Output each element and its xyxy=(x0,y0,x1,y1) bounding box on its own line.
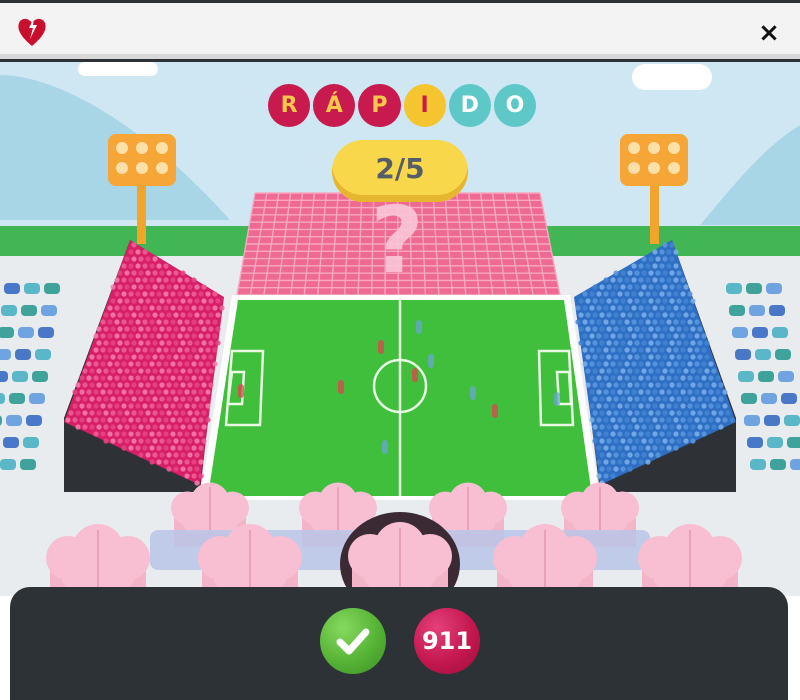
title-letter: D xyxy=(448,84,491,127)
header-top-border xyxy=(0,0,800,3)
title-letter: O xyxy=(493,84,537,127)
title-letter: I xyxy=(403,84,446,127)
header-bar: × xyxy=(0,0,800,62)
game-title: R Á P I D O xyxy=(268,84,537,128)
title-letter: Á xyxy=(313,84,356,127)
title-letter: P xyxy=(358,84,401,127)
question-progress: 2/5 xyxy=(332,140,468,202)
emergency-911-button[interactable]: 911 xyxy=(414,608,480,674)
correct-answer-button[interactable] xyxy=(320,608,386,674)
checkmark-icon xyxy=(336,628,370,655)
question-mark: ? xyxy=(370,187,423,294)
heart-torch-logo-icon xyxy=(18,18,46,46)
close-button[interactable]: × xyxy=(752,16,786,50)
answer-bar xyxy=(10,587,788,700)
game-window: × ? R Á P I D O 2/5 911 xyxy=(0,0,800,700)
title-letter: R xyxy=(268,84,311,127)
